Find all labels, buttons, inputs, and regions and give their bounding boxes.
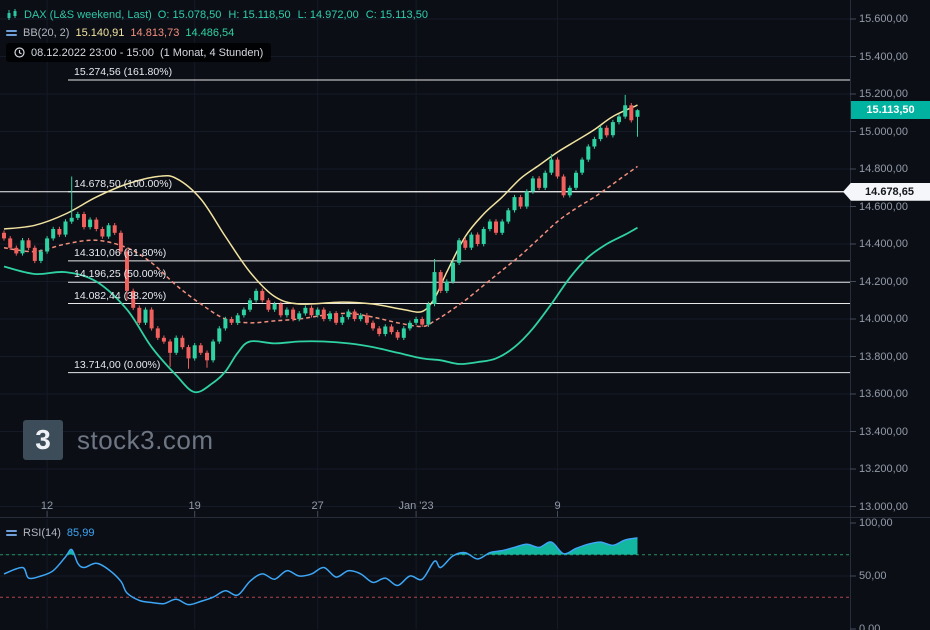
candles xyxy=(2,95,640,369)
bb-middle-band xyxy=(4,166,638,326)
bb-middle-value: 14.813,73 xyxy=(130,27,179,39)
indicator-lines-icon xyxy=(6,530,17,536)
last-price-tag: 15.113,50 xyxy=(851,101,930,119)
bb-lower-band xyxy=(4,228,638,393)
rsi-indicator-name: RSI(14) xyxy=(23,527,61,539)
price-level-tag: 14.678,65 xyxy=(843,183,930,201)
bb-lower-value: 14.486,54 xyxy=(185,27,234,39)
bb-indicator-name: BB(20, 2) xyxy=(23,27,69,39)
rsi-value: 85,99 xyxy=(67,527,95,539)
rsi-overbought-fill xyxy=(4,538,638,605)
crosshair-datetime: 08.12.2022 23:00 - 15:00 xyxy=(31,47,154,59)
low-value: L: 14.972,00 xyxy=(298,9,359,21)
logo-glyph: 3 xyxy=(35,424,51,456)
bb-upper-value: 15.140,91 xyxy=(75,27,124,39)
chart-range: (1 Monat, 4 Stunden) xyxy=(160,47,263,59)
ohlc-values: O: 15.078,50 H: 15.118,50 L: 14.972,00 C: 1… xyxy=(158,9,435,21)
indicator-lines-icon xyxy=(6,30,17,36)
close-value: C: 15.113,50 xyxy=(366,9,428,21)
watermark: 3 stock3.com xyxy=(23,420,214,460)
watermark-site-name: stock3.com xyxy=(77,425,214,456)
open-value: O: 15.078,50 xyxy=(158,9,222,21)
chart-window: DAX (L&S weekend, Last) O: 15.078,50 H: 1… xyxy=(0,0,930,630)
symbol-name: DAX (L&S weekend, Last) xyxy=(24,9,152,21)
candlestick-icon xyxy=(6,9,18,21)
chart-canvas[interactable] xyxy=(0,0,930,630)
symbol-legend-row[interactable]: DAX (L&S weekend, Last) O: 15.078,50 H: 1… xyxy=(6,7,435,22)
crosshair-time-tooltip: 08.12.2022 23:00 - 15:00 (1 Monat, 4 Stu… xyxy=(6,43,271,62)
legend: DAX (L&S weekend, Last) O: 15.078,50 H: 1… xyxy=(6,7,435,62)
stock3-logo-icon: 3 xyxy=(23,420,63,460)
clock-icon xyxy=(14,47,25,58)
high-value: H: 15.118,50 xyxy=(228,9,290,21)
bb-legend-row[interactable]: BB(20, 2) 15.140,91 14.813,73 14.486,54 xyxy=(6,25,435,40)
rsi-legend-row[interactable]: RSI(14) 85,99 xyxy=(6,527,94,539)
